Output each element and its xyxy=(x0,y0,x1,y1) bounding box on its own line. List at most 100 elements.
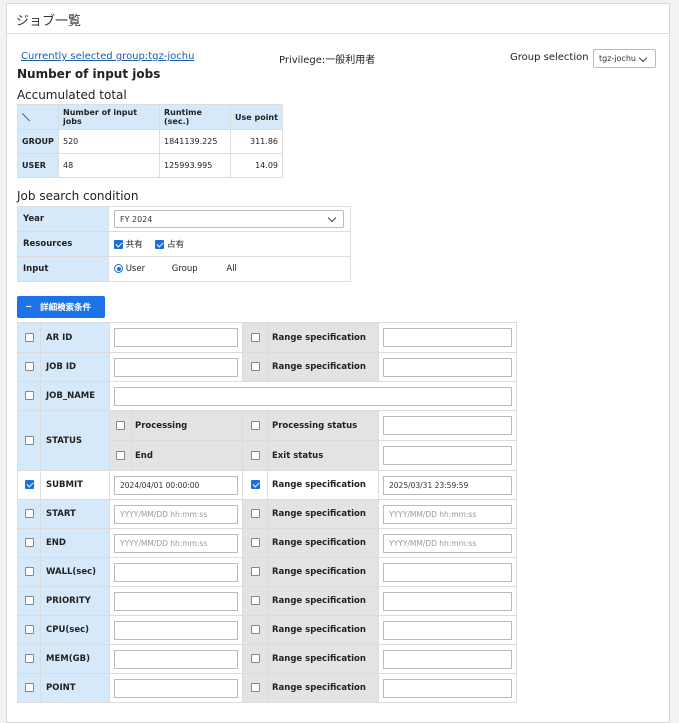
submit-range-checkbox[interactable] xyxy=(250,480,260,489)
cpu-range-checkbox[interactable] xyxy=(250,625,260,634)
job-id-checkbox[interactable] xyxy=(24,362,34,371)
priority-range-label: Range specification xyxy=(267,586,379,616)
input-jobs-title: Number of input jobs xyxy=(17,67,161,81)
input-user-radio[interactable] xyxy=(114,264,123,273)
input-all-label[interactable]: All xyxy=(226,264,237,274)
start-from-input[interactable]: YYYY/MM/DD hh:mm:ss xyxy=(114,504,238,524)
search-title: Job search condition xyxy=(17,189,139,203)
wall-range-checkbox[interactable] xyxy=(250,567,260,576)
job-id-range-checkbox[interactable] xyxy=(250,362,260,371)
row-label: USER xyxy=(17,153,59,178)
wall-range-label: Range specification xyxy=(267,557,379,587)
grid-row-cpu: CPU(sec) Range specification xyxy=(17,615,517,645)
submit-to-input[interactable]: 2025/03/31 23:59:59 xyxy=(383,475,512,495)
col-jobs: Number of input jobs xyxy=(58,104,160,130)
year-label: Year xyxy=(17,206,109,232)
wall-checkbox[interactable] xyxy=(24,567,34,576)
wall-range-input[interactable] xyxy=(383,562,512,582)
cell-point: 14.09 xyxy=(230,153,283,178)
privilege-text: Privilege:一般利用者 xyxy=(279,55,376,66)
mem-checkbox[interactable] xyxy=(24,654,34,663)
job-id-range-label: Range specification xyxy=(267,352,379,382)
detail-search-toggle-button[interactable]: − 詳細検索条件 xyxy=(17,296,105,318)
start-to-input[interactable]: YYYY/MM/DD hh:mm:ss xyxy=(383,504,512,524)
end-to-input[interactable]: YYYY/MM/DD hh:mm:ss xyxy=(383,533,512,553)
cell-runtime: 125993.995 xyxy=(159,153,231,178)
ar-id-checkbox[interactable] xyxy=(24,332,34,342)
point-range-input[interactable] xyxy=(383,678,512,698)
start-range-checkbox[interactable] xyxy=(250,509,260,518)
processing-label: Processing xyxy=(135,420,188,431)
detail-search-label: 詳細検索条件 xyxy=(40,303,92,313)
point-checkbox[interactable] xyxy=(24,683,34,692)
input-user-label: User xyxy=(125,264,146,274)
input-label: Input xyxy=(17,256,109,282)
cpu-checkbox[interactable] xyxy=(24,625,34,634)
point-range-label: Range specification xyxy=(267,673,379,703)
start-checkbox[interactable] xyxy=(24,509,34,518)
priority-input[interactable] xyxy=(114,591,238,611)
point-range-checkbox[interactable] xyxy=(250,683,260,692)
page-title: ジョブ一覧 xyxy=(7,4,669,34)
resource-dedicated-label: 占有 xyxy=(167,240,185,250)
input-group-label[interactable]: Group xyxy=(172,264,198,274)
end-range-label: Range specification xyxy=(267,528,379,558)
resource-shared-checkbox[interactable] xyxy=(114,240,123,249)
job-name-checkbox[interactable] xyxy=(24,391,34,400)
end-checkbox[interactable] xyxy=(116,451,125,460)
priority-label: PRIORITY xyxy=(40,586,110,616)
grid-row-status: STATUS Processing Processing status xyxy=(17,410,517,471)
job-name-label: JOB_NAME xyxy=(40,381,110,411)
exit-status-input[interactable] xyxy=(383,446,512,465)
priority-range-input[interactable] xyxy=(383,591,512,611)
priority-range-checkbox[interactable] xyxy=(250,596,260,605)
submit-range-label: Range specification xyxy=(267,470,379,500)
cpu-label: CPU(sec) xyxy=(40,615,110,645)
exit-status-label: Exit status xyxy=(267,440,379,471)
grid-row-mem: MEM(GB) Range specification xyxy=(17,644,517,674)
cpu-range-input[interactable] xyxy=(383,620,512,640)
end-range-checkbox[interactable] xyxy=(250,538,260,547)
job-id-range-input[interactable] xyxy=(383,357,512,377)
processing-checkbox[interactable] xyxy=(116,421,125,430)
exit-status-checkbox[interactable] xyxy=(250,450,260,460)
job-id-label: JOB ID xyxy=(40,352,110,382)
mem-label: MEM(GB) xyxy=(40,644,110,674)
end-from-input[interactable]: YYYY/MM/DD hh:mm:ss xyxy=(114,533,238,553)
priority-checkbox[interactable] xyxy=(24,596,34,605)
grid-row-start: START YYYY/MM/DD hh:mm:ss Range specific… xyxy=(17,499,517,529)
corner-cell: ＼ xyxy=(17,104,59,130)
resource-shared-label: 共有 xyxy=(125,240,143,250)
wall-label: WALL(sec) xyxy=(40,557,110,587)
grid-row-submit: SUBMIT 2024/04/01 00:00:00 Range specifi… xyxy=(17,470,517,500)
ar-id-range-input[interactable] xyxy=(383,328,512,347)
accumulated-table: ＼ Number of input jobs Runtime (sec.) Us… xyxy=(17,104,283,178)
mem-range-checkbox[interactable] xyxy=(250,654,260,663)
ar-id-input[interactable] xyxy=(114,328,238,347)
ar-id-range-checkbox[interactable] xyxy=(250,332,260,342)
job-name-input[interactable] xyxy=(114,386,512,406)
processing-status-input[interactable] xyxy=(383,416,512,435)
chevron-down-icon xyxy=(327,213,337,223)
mem-range-input[interactable] xyxy=(383,649,512,669)
minus-icon: − xyxy=(25,302,33,312)
mem-input[interactable] xyxy=(114,649,238,669)
processing-status-checkbox[interactable] xyxy=(250,420,260,430)
group-selection-dropdown[interactable]: tgz-jochu xyxy=(593,49,656,68)
ar-id-range-label: Range specification xyxy=(267,322,379,353)
start-label: START xyxy=(40,499,110,529)
cpu-range-label: Range specification xyxy=(267,615,379,645)
point-input[interactable] xyxy=(114,678,238,698)
start-range-label: Range specification xyxy=(267,499,379,529)
group-selection-value: tgz-jochu xyxy=(599,54,636,63)
wall-input[interactable] xyxy=(114,562,238,582)
cpu-input[interactable] xyxy=(114,620,238,640)
submit-checkbox[interactable] xyxy=(24,480,34,489)
current-group-link[interactable]: Currently selected group:tgz-jochu xyxy=(21,51,194,62)
year-select[interactable]: FY 2024 xyxy=(114,210,344,228)
status-checkbox[interactable] xyxy=(24,435,34,445)
resource-dedicated-checkbox[interactable] xyxy=(155,240,165,249)
submit-from-input[interactable]: 2024/04/01 00:00:00 xyxy=(114,475,238,495)
job-id-input[interactable] xyxy=(114,357,238,377)
end-time-checkbox[interactable] xyxy=(24,538,34,547)
